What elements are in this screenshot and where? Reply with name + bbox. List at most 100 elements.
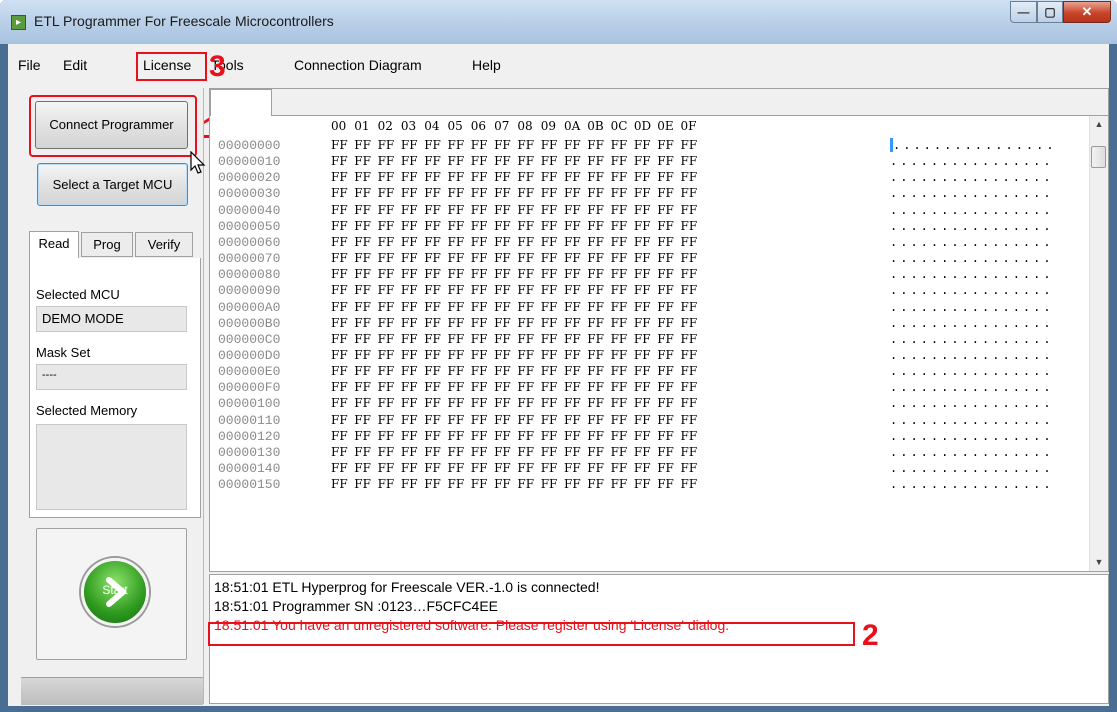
hex-cell[interactable]: FF [401,396,419,410]
hex-cell[interactable]: FF [471,429,489,443]
hex-cell[interactable]: FF [448,186,466,200]
hex-ascii[interactable]: ................ [890,413,1054,427]
hex-cell[interactable]: FF [471,461,489,475]
hex-cell[interactable]: FF [587,396,605,410]
hex-cell[interactable]: FF [378,283,396,297]
hex-cell[interactable]: FF [564,267,582,281]
hex-cell[interactable]: FF [331,461,349,475]
hex-cell[interactable]: FF [354,396,372,410]
hex-cell[interactable]: FF [634,170,652,184]
hex-cell[interactable]: FF [494,300,512,314]
hex-cell[interactable]: FF [354,154,372,168]
tab-verify[interactable]: Verify [135,232,193,257]
hex-cell[interactable]: FF [681,283,699,297]
hex-cell[interactable]: FF [378,300,396,314]
hex-cell[interactable]: FF [331,380,349,394]
hex-cell[interactable]: FF [378,396,396,410]
hex-cell[interactable]: FF [611,413,629,427]
hex-cell[interactable]: FF [517,429,535,443]
hex-cell[interactable]: FF [517,461,535,475]
hex-cell[interactable]: FF [564,283,582,297]
hex-cell[interactable]: FF [517,380,535,394]
hex-ascii[interactable]: ................ [890,170,1054,184]
hex-cell[interactable]: FF [681,186,699,200]
hex-cell[interactable]: FF [354,203,372,217]
hex-cell[interactable]: FF [471,170,489,184]
hex-cell[interactable]: FF [448,219,466,233]
hex-cell[interactable]: FF [424,154,442,168]
hex-ascii[interactable]: ................ [890,300,1054,314]
hex-cell[interactable]: FF [564,154,582,168]
vertical-scrollbar[interactable]: ▲ ▼ [1089,116,1108,571]
menu-edit[interactable]: Edit [63,57,87,73]
hex-cell[interactable]: FF [541,396,559,410]
hex-cell[interactable]: FF [564,300,582,314]
hex-cell[interactable]: FF [401,380,419,394]
hex-cell[interactable]: FF [634,364,652,378]
hex-cell[interactable]: FF [541,170,559,184]
hex-cell[interactable]: FF [331,203,349,217]
hex-cell[interactable]: FF [611,219,629,233]
hex-cell[interactable]: FF [401,186,419,200]
menu-help[interactable]: Help [472,57,501,73]
hex-cell[interactable]: FF [354,429,372,443]
hex-cell[interactable]: FF [634,138,652,152]
hex-cell[interactable]: FF [448,170,466,184]
hex-cell[interactable]: FF [681,316,699,330]
hex-cell[interactable]: FF [424,316,442,330]
hex-cell[interactable]: FF [471,267,489,281]
tab-prog[interactable]: Prog [81,232,133,257]
hex-cell[interactable]: FF [378,461,396,475]
hex-ascii[interactable]: ................ [890,461,1054,475]
hex-cell[interactable]: FF [611,316,629,330]
hex-cell[interactable]: FF [517,219,535,233]
hex-cell[interactable]: FF [681,477,699,491]
hex-cell[interactable]: FF [564,429,582,443]
scroll-down-icon[interactable]: ▼ [1090,554,1108,571]
hex-cell[interactable]: FF [448,396,466,410]
hex-cell[interactable]: FF [564,186,582,200]
hex-ascii[interactable]: ................ [890,348,1054,362]
hex-cell[interactable]: FF [378,219,396,233]
hex-cell[interactable]: FF [564,348,582,362]
hex-ascii[interactable]: ................ [890,138,1057,152]
hex-cell[interactable]: FF [564,251,582,265]
hex-cell[interactable]: FF [681,203,699,217]
hex-ascii[interactable]: ................ [890,429,1054,443]
hex-ascii[interactable]: ................ [890,186,1054,200]
hex-cell[interactable]: FF [354,348,372,362]
hex-cell[interactable]: FF [541,154,559,168]
hex-cell[interactable]: FF [378,235,396,249]
hex-cell[interactable]: FF [517,267,535,281]
hex-cell[interactable]: FF [587,413,605,427]
hex-cell[interactable]: FF [354,316,372,330]
hex-cell[interactable]: FF [634,283,652,297]
hex-cell[interactable]: FF [424,445,442,459]
hex-cell[interactable]: FF [657,396,675,410]
hex-cell[interactable]: FF [354,445,372,459]
hex-cell[interactable]: FF [564,235,582,249]
hex-cell[interactable]: FF [378,445,396,459]
hex-cell[interactable]: FF [634,154,652,168]
hex-cell[interactable]: FF [471,283,489,297]
hex-cell[interactable]: FF [494,429,512,443]
hex-cell[interactable]: FF [564,445,582,459]
hex-cell[interactable]: FF [541,283,559,297]
hex-cell[interactable]: FF [634,267,652,281]
hex-cell[interactable]: FF [564,203,582,217]
menu-file[interactable]: File [18,57,41,73]
select-target-mcu-button[interactable]: Select a Target MCU [37,163,188,206]
hex-cell[interactable]: FF [331,429,349,443]
hex-cell[interactable]: FF [681,413,699,427]
hex-cell[interactable]: FF [424,380,442,394]
hex-cell[interactable]: FF [448,267,466,281]
hex-cell[interactable]: FF [471,186,489,200]
hex-cell[interactable]: FF [541,364,559,378]
hex-cell[interactable]: FF [587,267,605,281]
hex-cell[interactable]: FF [541,348,559,362]
hex-cell[interactable]: FF [471,219,489,233]
scroll-thumb[interactable] [1091,146,1106,168]
hex-cell[interactable]: FF [657,445,675,459]
hex-cell[interactable]: FF [471,235,489,249]
hex-tab[interactable] [210,89,272,116]
